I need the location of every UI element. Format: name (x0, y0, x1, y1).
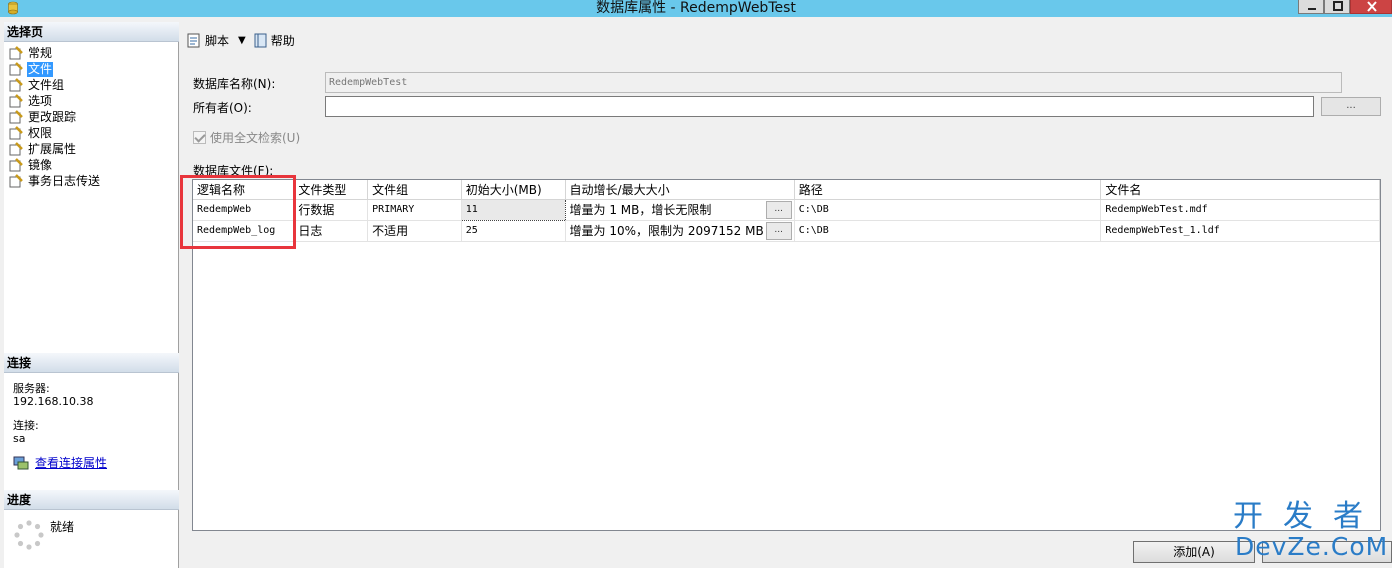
watermark-line2: DevZe.CoM (1235, 532, 1389, 561)
nav-item-options[interactable]: 选项 (8, 93, 101, 109)
filename-cell[interactable]: RedempWebTest_1.ldf (1100, 220, 1380, 242)
select-page-header: 选择页 (4, 22, 179, 42)
owner-field[interactable] (325, 96, 1314, 117)
filename-cell[interactable]: RedempWebTest.mdf (1100, 199, 1380, 221)
devze-watermark-logo: 开发者 DevZe.CoM (1233, 499, 1387, 566)
page-wrench-icon (9, 126, 23, 140)
table-row[interactable]: RedempWeb 行数据 PRIMARY 11 增量为 1 MB，增长无限制 … (193, 198, 1380, 221)
nav-item-label: 扩展属性 (28, 141, 77, 156)
watermark-line1: 开发者 (1233, 499, 1383, 534)
script-label: 脚本 (205, 33, 230, 48)
connection-properties-icon (13, 456, 29, 469)
nav-item-mirroring[interactable]: 镜像 (8, 157, 101, 173)
server-value: 192.168.10.38 (13, 395, 94, 408)
nav-item-extended-properties[interactable]: 扩展属性 (8, 141, 101, 157)
page-nav-list: 常规 文件 文件组 选项 更改跟踪 权限 扩展属性 镜像 事务日志传送 (8, 45, 101, 189)
script-button[interactable]: 脚本 (186, 32, 229, 49)
page-wrench-icon (9, 142, 23, 156)
column-header[interactable]: 文件类型 (293, 180, 369, 200)
toolbar: 脚本 ▼ 帮助 (180, 28, 295, 52)
minimize-button[interactable] (1298, 0, 1324, 14)
autogrowth-browse-button[interactable]: ... (765, 200, 792, 219)
nav-item-change-tracking[interactable]: 更改跟踪 (8, 109, 101, 125)
help-button[interactable]: 帮助 (252, 32, 295, 49)
initial-size-cell[interactable]: 25 (461, 220, 566, 242)
progress-spinner-icon (14, 520, 44, 550)
page-wrench-icon (9, 78, 23, 92)
nav-item-label: 文件组 (28, 77, 65, 92)
close-button[interactable] (1350, 0, 1392, 14)
path-cell[interactable]: C:\DB (794, 199, 1102, 221)
db-name-label: 数据库名称(N): (193, 77, 276, 91)
path-cell[interactable]: C:\DB (794, 220, 1102, 242)
autogrowth-text: 增量为 10%，限制为 2097152 MB (569, 224, 764, 238)
close-icon (1367, 1, 1377, 12)
fulltext-label: 使用全文检索(U) (210, 131, 301, 145)
owner-browse-button[interactable]: ... (1321, 97, 1381, 116)
nav-item-files[interactable]: 文件 (8, 61, 101, 77)
nav-item-label: 文件 (27, 61, 54, 77)
page-wrench-icon (9, 174, 23, 188)
table-row[interactable]: RedempWeb_log 日志 不适用 25 增量为 10%，限制为 2097… (193, 220, 1380, 242)
window-title: 数据库属性 - RedempWebTest (596, 0, 796, 16)
filegroup-cell[interactable]: PRIMARY (367, 199, 462, 221)
server-label: 服务器: (13, 382, 50, 395)
connection-header: 连接 (4, 353, 179, 373)
fulltext-checkbox-row[interactable]: 使用全文检索(U) (193, 129, 300, 146)
db-name-field[interactable]: RedempWebTest (325, 72, 1342, 93)
page-wrench-icon (9, 46, 23, 60)
nav-item-label: 常规 (28, 45, 53, 60)
column-header[interactable]: 文件名 (1100, 180, 1380, 200)
script-icon (187, 33, 200, 47)
page-wrench-icon (9, 158, 23, 172)
page-wrench-icon (9, 62, 23, 76)
left-panel: 选择页 常规 文件 文件组 选项 更改跟踪 权限 扩展属性 镜像 事务日志传送 … (4, 22, 179, 568)
title-bar: 数据库属性 - RedempWebTest (0, 0, 1392, 17)
script-dropdown-arrow-icon[interactable]: ▼ (238, 35, 246, 46)
maximize-icon (1333, 1, 1343, 11)
owner-label: 所有者(O): (193, 101, 252, 115)
column-header[interactable]: 路径 (794, 180, 1102, 200)
page-wrench-icon (9, 110, 23, 124)
help-icon (254, 33, 267, 47)
column-header[interactable]: 初始大小(MB) (461, 180, 566, 200)
file-type-cell[interactable]: 日志 (293, 220, 369, 242)
nav-item-filegroups[interactable]: 文件组 (8, 77, 101, 93)
column-header[interactable]: 自动增长/最大大小 (565, 180, 795, 200)
database-files-grid[interactable]: 逻辑名称 文件类型 文件组 初始大小(MB) 自动增长/最大大小 路径 文件名 … (192, 179, 1381, 531)
connection-value: sa (13, 432, 26, 445)
view-connection-properties-link[interactable]: 查看连接属性 (13, 454, 107, 471)
autogrowth-text: 增量为 1 MB，增长无限制 (569, 203, 712, 217)
autogrowth-cell[interactable]: 增量为 10%，限制为 2097152 MB ... (565, 220, 795, 242)
nav-item-label: 镜像 (28, 157, 53, 172)
file-type-cell[interactable]: 行数据 (293, 199, 369, 221)
minimize-icon (1308, 8, 1316, 10)
nav-item-label: 权限 (28, 125, 53, 140)
view-connection-link-label: 查看连接属性 (35, 456, 108, 470)
nav-item-log-shipping[interactable]: 事务日志传送 (8, 173, 101, 189)
grid-header-row: 逻辑名称 文件类型 文件组 初始大小(MB) 自动增长/最大大小 路径 文件名 (193, 180, 1380, 200)
connection-label: 连接: (13, 419, 39, 432)
logical-name-highlight-box (180, 175, 296, 249)
nav-item-general[interactable]: 常规 (8, 45, 101, 61)
fulltext-checkbox[interactable] (193, 131, 206, 144)
progress-status: 就绪 (50, 520, 75, 534)
filegroup-cell[interactable]: 不适用 (367, 220, 462, 242)
column-header[interactable]: 文件组 (367, 180, 462, 200)
nav-item-label: 选项 (28, 93, 53, 108)
progress-header: 进度 (4, 490, 179, 510)
nav-item-label: 事务日志传送 (28, 173, 101, 188)
autogrowth-cell[interactable]: 增量为 1 MB，增长无限制 ... (565, 199, 795, 221)
autogrowth-browse-button[interactable]: ... (765, 221, 792, 240)
nav-item-permissions[interactable]: 权限 (8, 125, 101, 141)
page-wrench-icon (9, 94, 23, 108)
nav-item-label: 更改跟踪 (28, 109, 77, 124)
help-label: 帮助 (270, 33, 295, 48)
initial-size-cell[interactable]: 11 (460, 198, 566, 221)
maximize-button[interactable] (1324, 0, 1350, 14)
